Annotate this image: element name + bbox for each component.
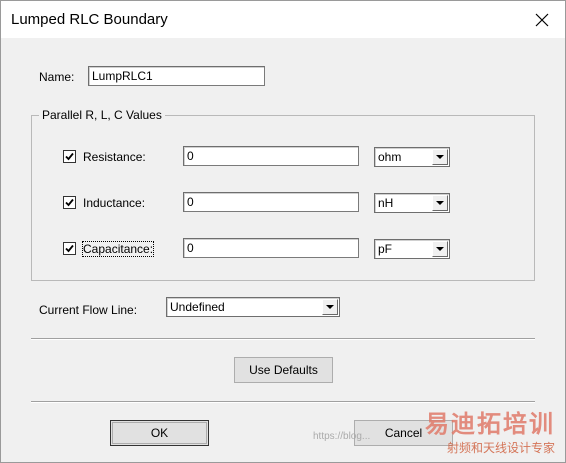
inductance-label: Inductance:: [83, 196, 146, 210]
use-defaults-button[interactable]: Use Defaults: [234, 357, 333, 383]
capacitance-checkbox[interactable]: [63, 242, 76, 255]
checkmark-icon: [65, 152, 74, 161]
resistance-input[interactable]: 0: [183, 146, 359, 166]
checkmark-icon: [65, 198, 74, 207]
inductance-checkbox[interactable]: [63, 196, 76, 209]
capacitance-label: Capacitance:: [81, 241, 155, 257]
chevron-down-icon: [436, 201, 444, 205]
current-flow-label: Current Flow Line:: [39, 303, 138, 317]
chevron-down-icon: [326, 305, 334, 309]
chevron-down-icon: [436, 155, 444, 159]
groupbox-title: Parallel R, L, C Values: [39, 108, 165, 122]
close-icon: [535, 13, 549, 26]
capacitance-unit-value: pF: [378, 242, 393, 256]
watermark-url: https://blog...: [313, 431, 371, 442]
title-bar: Lumped RLC Boundary: [1, 1, 565, 38]
current-flow-value: Undefined: [170, 300, 225, 314]
ok-button[interactable]: OK: [110, 420, 209, 446]
dropdown-button[interactable]: [322, 299, 338, 315]
inductance-unit-value: nH: [378, 196, 394, 210]
dropdown-button[interactable]: [432, 149, 448, 165]
current-flow-select[interactable]: Undefined: [166, 297, 340, 317]
chevron-down-icon: [436, 247, 444, 251]
resistance-unit-select[interactable]: ohm: [374, 147, 450, 167]
name-label: Name:: [39, 70, 75, 84]
separator: [31, 401, 535, 403]
dropdown-button[interactable]: [432, 195, 448, 211]
inductance-unit-select[interactable]: nH: [374, 193, 450, 213]
resistance-checkbox[interactable]: [63, 150, 76, 163]
name-input[interactable]: LumpRLC1: [88, 66, 265, 86]
separator: [31, 338, 535, 340]
close-button[interactable]: [519, 1, 565, 38]
capacitance-unit-select[interactable]: pF: [374, 239, 450, 259]
dialog-window: Lumped RLC Boundary Name: LumpRLC1 Paral…: [0, 0, 566, 463]
dropdown-button[interactable]: [432, 241, 448, 257]
capacitance-input[interactable]: 0: [183, 238, 359, 258]
checkmark-icon: [65, 244, 74, 253]
resistance-unit-value: ohm: [378, 150, 402, 164]
inductance-input[interactable]: 0: [183, 192, 359, 212]
window-title: Lumped RLC Boundary: [11, 11, 168, 28]
resistance-label: Resistance:: [83, 150, 146, 164]
